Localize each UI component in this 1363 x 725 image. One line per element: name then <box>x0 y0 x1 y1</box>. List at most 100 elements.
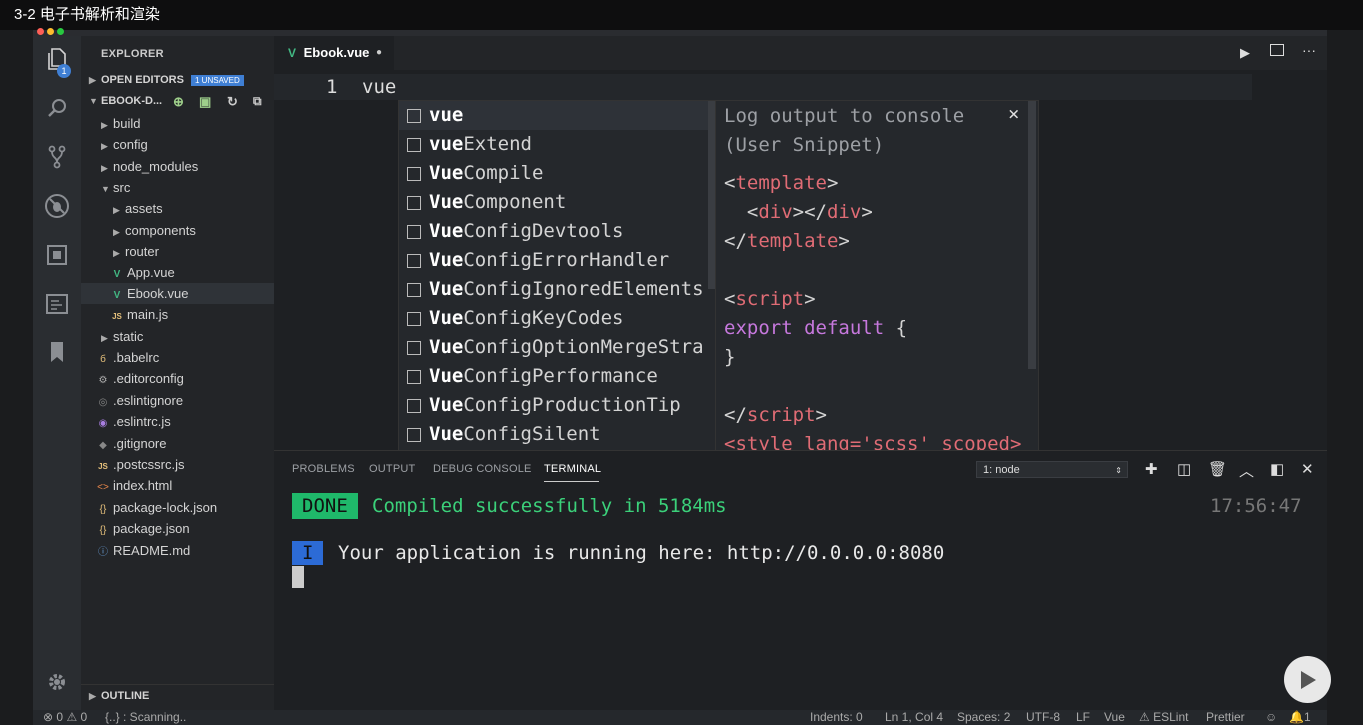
tree-item-src[interactable]: ▼ src <box>101 177 130 198</box>
collapse-all-icon[interactable]: ⧉ <box>253 91 262 112</box>
tree-item-label: App.vue <box>127 265 175 280</box>
trash-icon[interactable]: 🗑 <box>1208 460 1227 478</box>
spaces-status[interactable]: Spaces: 2 <box>957 710 1010 725</box>
eol-status[interactable]: LF <box>1076 710 1090 725</box>
chevron-up-icon[interactable]: ︿ <box>1239 460 1254 481</box>
new-folder-icon[interactable]: ▣ <box>199 91 211 112</box>
unsaved-dot-icon[interactable]: ● <box>376 36 382 70</box>
terminal-activity[interactable] <box>33 284 81 324</box>
tree-item-config[interactable]: ▶ config <box>101 134 148 155</box>
tree-item-gitignore[interactable]: ◆ .gitignore <box>95 433 166 454</box>
eslint-file-icon: ◉ <box>98 418 108 429</box>
tree-item-build[interactable]: ▶ build <box>101 113 140 134</box>
close-panel-icon[interactable]: ✕ <box>1301 460 1314 478</box>
window-titlebar: 3-2 电子书解析和渲染 <box>0 0 1363 30</box>
tab-problems[interactable]: PROBLEMS <box>292 463 355 475</box>
suggestion-item[interactable]: VueConfigErrorHandler <box>399 246 709 275</box>
source-control-activity[interactable] <box>33 137 81 177</box>
split-terminal-icon[interactable]: ◫ <box>1177 460 1191 478</box>
explorer-activity[interactable]: 1 <box>33 40 81 80</box>
chevron-right-icon: ▶ <box>113 248 120 258</box>
tree-item-label: .babelrc <box>113 350 160 365</box>
tree-item-eslintignore[interactable]: ◎ .eslintignore <box>95 390 183 411</box>
suggestion-item[interactable]: VueConfigProductionTip <box>399 391 709 420</box>
close-window-dot[interactable] <box>37 28 44 35</box>
search-activity[interactable] <box>33 88 81 128</box>
snippet-icon <box>407 196 421 210</box>
tree-item-package-json[interactable]: {} package.json <box>95 518 190 539</box>
notifications-status[interactable]: 🔔1 <box>1289 710 1311 725</box>
tree-item-index-html[interactable]: <> index.html <box>95 475 172 496</box>
running-message[interactable]: Your application is running here: http:/… <box>338 540 944 566</box>
run-icon[interactable]: ▶ <box>1240 45 1250 61</box>
video-play-button[interactable] <box>1284 656 1331 703</box>
settings-activity[interactable] <box>33 662 81 702</box>
tree-item-node-modules[interactable]: ▶ node_modules <box>101 156 198 177</box>
project-section[interactable]: ▼ EBOOK-D... ⊕ ▣ ↻ ⧉ <box>89 91 274 112</box>
suggestion-item[interactable]: VueConfigDevtools <box>399 217 709 246</box>
line-number: 1 <box>326 76 338 98</box>
tree-item-app-vue[interactable]: V App.vue <box>109 262 175 283</box>
tree-item-static[interactable]: ▶ static <box>101 326 143 347</box>
feedback-icon[interactable]: ☺ <box>1265 710 1277 725</box>
terminal-select[interactable]: 1: node ⇕ <box>976 461 1128 478</box>
tree-item-ebook-vue[interactable]: V Ebook.vue <box>81 283 274 304</box>
tree-item-readme-md[interactable]: ⓘ README.md <box>95 540 190 561</box>
tab-terminal[interactable]: TERMINAL <box>544 463 601 475</box>
tab-debug-console[interactable]: DEBUG CONSOLE <box>433 463 532 475</box>
tab-ebook-vue[interactable]: V Ebook.vue ● <box>274 36 394 70</box>
tab-output[interactable]: OUTPUT <box>369 463 415 475</box>
json-file-icon: {} <box>99 504 107 515</box>
detail-close-icon[interactable]: × <box>1008 103 1019 125</box>
suggestion-match: Vue <box>429 307 464 329</box>
problems-status[interactable]: ⊗ 0 ⚠ 0 <box>43 710 87 725</box>
snippet-icon <box>407 225 421 239</box>
suggestion-item[interactable]: vueExtend <box>399 130 709 159</box>
debug-icon <box>45 194 69 218</box>
suggestion-item[interactable]: VueConfigSilent <box>399 420 709 449</box>
suggestion-scrollbar[interactable] <box>708 101 715 289</box>
tree-item-main-js[interactable]: JS main.js <box>109 304 168 325</box>
detail-scrollbar[interactable] <box>1028 101 1036 369</box>
suggestion-item[interactable]: VueCompile <box>399 159 709 188</box>
eslint-status[interactable]: ⚠ ESLint <box>1139 710 1188 725</box>
tree-item-postcssrc-js[interactable]: JS .postcssrc.js <box>95 454 184 475</box>
open-editors-section[interactable]: ▶ OPEN EDITORS 1 UNSAVED <box>89 70 244 91</box>
suggestion-item[interactable]: VueConfigKeyCodes <box>399 304 709 333</box>
minimize-window-dot[interactable] <box>47 28 54 35</box>
split-editor-icon[interactable] <box>1270 44 1284 56</box>
scanning-status[interactable]: {..} : Scanning.. <box>105 710 186 725</box>
indents-status[interactable]: Indents: 0 <box>810 710 863 725</box>
tree-item-editorconfig[interactable]: ⚙ .editorconfig <box>95 368 184 389</box>
tree-item-package-lock-json[interactable]: {} package-lock.json <box>95 497 217 518</box>
cursor-position[interactable]: Ln 1, Col 4 <box>885 710 943 725</box>
suggestion-list: vue vueExtend VueCompile VueComponent VueCon… <box>398 100 717 452</box>
language-status[interactable]: Vue <box>1104 710 1125 725</box>
tree-item-components[interactable]: ▶ components <box>113 220 196 241</box>
code-line-text[interactable]: vue <box>362 74 396 100</box>
refresh-icon[interactable]: ↻ <box>227 91 238 112</box>
suggestion-item[interactable]: VueConfigOptionMergeStra <box>399 333 709 362</box>
maximize-panel-icon[interactable]: ◧ <box>1270 460 1284 478</box>
prettier-status[interactable]: Prettier <box>1206 710 1245 725</box>
tree-item-assets[interactable]: ▶ assets <box>113 198 163 219</box>
suggestion-item[interactable]: VueConfigIgnoredElements <box>399 275 709 304</box>
eslint-ignore-file-icon: ◎ <box>98 397 108 408</box>
tree-item-label: build <box>113 116 141 131</box>
suggestion-item[interactable]: vue <box>399 101 709 130</box>
suggestion-item[interactable]: VueComponent <box>399 188 709 217</box>
encoding-status[interactable]: UTF-8 <box>1026 710 1060 725</box>
new-file-icon[interactable]: ⊕ <box>173 91 184 112</box>
extensions-activity[interactable] <box>33 235 81 275</box>
outline-section[interactable]: ▶ OUTLINE <box>81 684 274 707</box>
debug-activity[interactable] <box>33 186 81 226</box>
tree-item-babelrc[interactable]: б .babelrc <box>95 347 159 368</box>
more-actions-icon[interactable]: ··· <box>1302 42 1316 58</box>
snippet-icon <box>407 283 421 297</box>
tree-item-router[interactable]: ▶ router <box>113 241 159 262</box>
new-terminal-icon[interactable]: ✚ <box>1145 460 1158 478</box>
tree-item-eslintrc-js[interactable]: ◉ .eslintrc.js <box>95 411 171 432</box>
maximize-window-dot[interactable] <box>57 28 64 35</box>
suggestion-item[interactable]: VueConfigPerformance <box>399 362 709 391</box>
bookmarks-activity[interactable] <box>33 332 81 372</box>
